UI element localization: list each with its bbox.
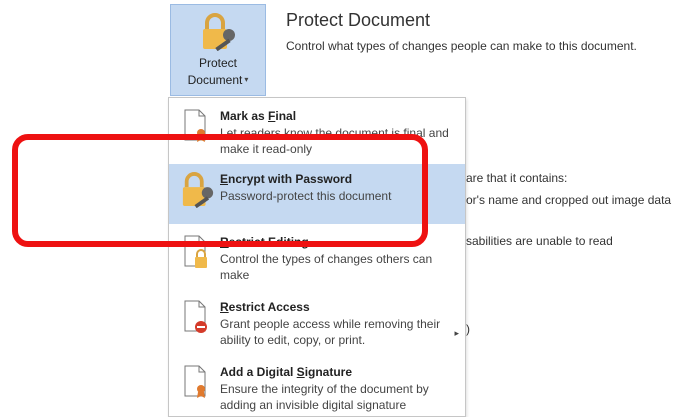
page-description: Control what types of changes people can…: [286, 39, 637, 53]
protect-document-button[interactable]: Protect Document ▾: [170, 4, 266, 96]
menu-item-restrict-access[interactable]: Restrict Access Grant people access whil…: [169, 292, 465, 354]
menu-item-description: Grant people access while removing their…: [220, 317, 441, 347]
background-text-1: are that it contains:: [466, 171, 568, 185]
protect-button-label-2: Document ▾: [187, 73, 249, 87]
background-text-3: sabilities are unable to read: [466, 234, 613, 248]
menu-item-add-digital-signature[interactable]: Add a Digital Signature Ensure the integ…: [169, 357, 465, 417]
menu-item-title: Add a Digital Signature: [220, 365, 353, 379]
dropdown-caret-icon: ▾: [244, 75, 249, 84]
menu-item-title: Mark as Final: [220, 109, 297, 123]
submenu-arrow-icon: ▸: [454, 328, 459, 338]
menu-item-title: Restrict Access: [220, 300, 310, 314]
background-text-2: or's name and cropped out image data: [466, 193, 672, 207]
menu-item-description: Ensure the integrity of the document by …: [220, 382, 429, 412]
page-title: Protect Document: [286, 10, 431, 30]
protect-button-label-1: Protect: [198, 56, 237, 70]
background-text-4: ): [466, 322, 470, 336]
digital-signature-icon: [184, 365, 206, 398]
restrict-access-icon: [184, 300, 207, 333]
annotation-highlight-rectangle: [12, 134, 428, 247]
lock-key-icon: [203, 13, 235, 51]
menu-item-description: Control the types of changes others can …: [220, 252, 433, 282]
